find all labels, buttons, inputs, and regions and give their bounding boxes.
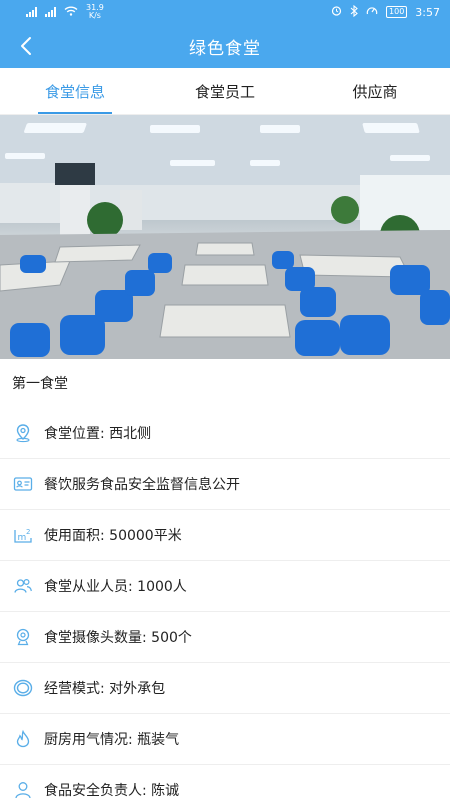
- status-bar: 31.9 K/s 100 3:57: [0, 0, 450, 24]
- status-right: 100 3:57: [331, 4, 440, 20]
- info-row-location: 食堂位置: 西北侧: [0, 407, 450, 458]
- info-row-business-mode: 经营模式: 对外承包: [0, 662, 450, 713]
- network-speed-unit: K/s: [88, 11, 101, 20]
- tab-canteen-staff[interactable]: 食堂员工: [150, 68, 300, 114]
- info-list: 食堂位置: 西北侧 餐饮服务食品安全监督信息公开 m2 使用面积: 50000平…: [0, 407, 450, 800]
- info-row-staff: 食堂从业人员: 1000人: [0, 560, 450, 611]
- location-icon: [12, 422, 34, 444]
- signal-icon-2: [45, 7, 56, 17]
- info-text-location: 食堂位置: 西北侧: [44, 425, 152, 442]
- info-text-cameras: 食堂摄像头数量: 500个: [44, 630, 192, 646]
- speedometer-icon: [366, 5, 378, 19]
- info-row-cameras: 食堂摄像头数量: 500个: [0, 611, 450, 662]
- info-row-supervision[interactable]: 餐饮服务食品安全监督信息公开: [0, 458, 450, 509]
- svg-text:m: m: [18, 533, 27, 543]
- info-text-area: 使用面积: 50000平米: [44, 528, 182, 544]
- info-text-business-mode: 经营模式: 对外承包: [44, 681, 166, 697]
- canteen-photo: [0, 115, 450, 359]
- canteen-photo-illustration: [0, 115, 450, 359]
- info-text-gas: 厨房用气情况: 瓶装气: [44, 732, 180, 748]
- alarm-icon: [331, 5, 342, 19]
- app-bar: 绿色食堂: [0, 24, 450, 68]
- back-button[interactable]: [10, 30, 42, 62]
- info-text-safety-officer: 食品安全负责人: 陈诚: [44, 783, 180, 799]
- ring-icon: [12, 677, 34, 699]
- signal-icon: [26, 7, 37, 17]
- info-text-staff: 食堂从业人员: 1000人: [44, 579, 187, 595]
- staff-icon: [12, 575, 34, 597]
- svg-text:2: 2: [26, 528, 30, 536]
- camera-icon: [12, 626, 34, 648]
- wifi-icon: [64, 6, 78, 19]
- flame-icon: [12, 728, 34, 750]
- status-time: 3:57: [415, 5, 440, 19]
- person-icon: [12, 779, 34, 800]
- canteen-name: 第一食堂: [12, 376, 68, 392]
- tab-bar: 食堂信息 食堂员工 供应商: [0, 68, 450, 115]
- status-left: 31.9 K/s: [26, 4, 104, 20]
- page-title: 绿色食堂: [189, 38, 261, 59]
- area-m2-icon: m2: [12, 524, 34, 546]
- back-arrow-icon: [21, 37, 31, 55]
- info-row-safety-officer: 食品安全负责人: 陈诚: [0, 764, 450, 800]
- id-card-icon: [12, 473, 34, 495]
- info-text-supervision: 餐饮服务食品安全监督信息公开: [44, 477, 240, 493]
- info-row-area: m2 使用面积: 50000平米: [0, 509, 450, 560]
- bluetooth-icon: [350, 4, 358, 20]
- tab-canteen-info[interactable]: 食堂信息: [0, 68, 150, 114]
- tab-suppliers[interactable]: 供应商: [300, 68, 450, 114]
- battery-icon: 100: [386, 6, 408, 18]
- network-speed: 31.9 K/s: [86, 4, 104, 20]
- info-row-gas: 厨房用气情况: 瓶装气: [0, 713, 450, 764]
